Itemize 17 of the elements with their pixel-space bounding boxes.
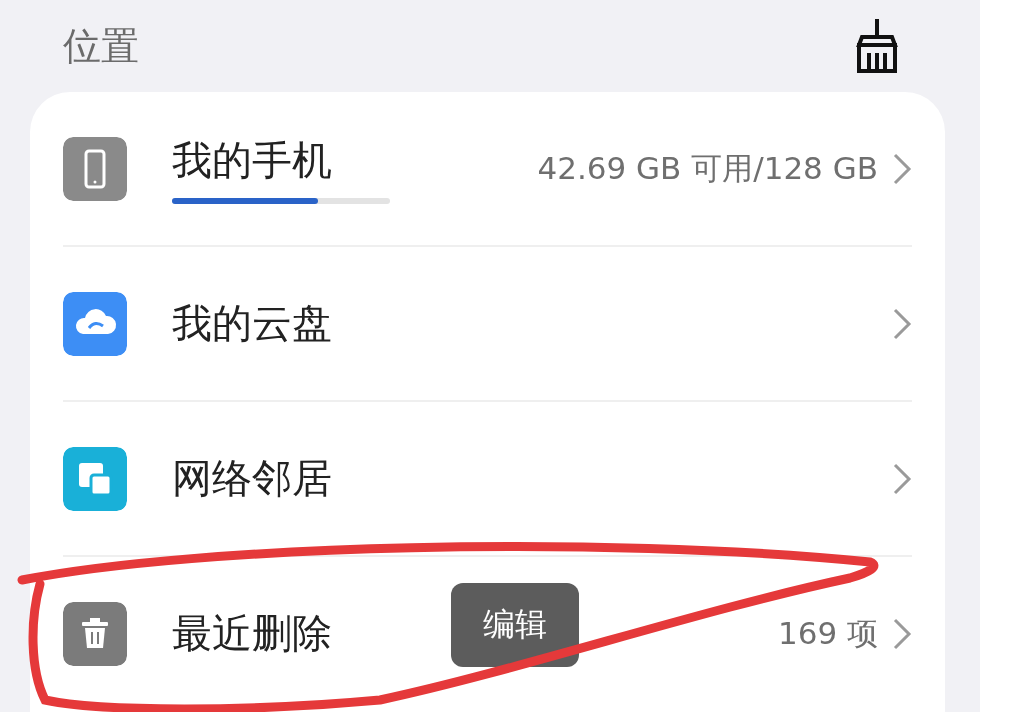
broom-icon[interactable]	[854, 19, 900, 73]
trash-icon	[63, 601, 127, 666]
cloud-icon	[63, 291, 127, 356]
location-detail: 169 项	[777, 613, 878, 653]
network-icon	[63, 446, 127, 511]
chevron-icon	[892, 616, 912, 651]
chevron-icon	[892, 461, 912, 496]
location-name: 我的云盘	[172, 299, 332, 348]
section-title: 位置	[63, 22, 139, 70]
chevron-icon	[892, 151, 912, 186]
phone-icon	[63, 136, 127, 201]
chevron-icon	[892, 306, 912, 341]
edit-popup[interactable]: 编辑	[451, 583, 579, 667]
location-name: 我的手机	[172, 136, 333, 185]
location-detail: 42.69 GB 可用/128 GB	[537, 148, 878, 188]
location-name: 最近删除	[172, 609, 332, 658]
location-name: 网络邻居	[172, 454, 332, 503]
